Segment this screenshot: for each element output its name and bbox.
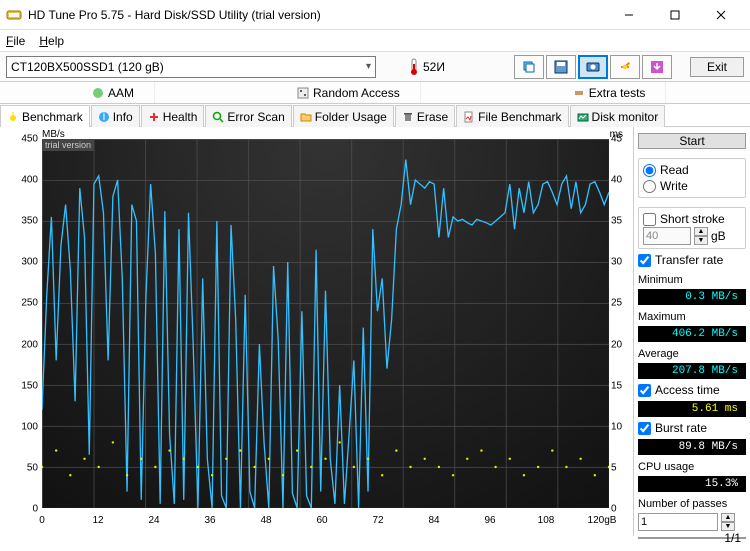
spin-down[interactable]: ▼: [694, 236, 708, 245]
cpu-label: CPU usage: [638, 461, 746, 473]
titlebar: HD Tune Pro 5.75 - Hard Disk/SSD Utility…: [0, 0, 750, 30]
tab-erase[interactable]: Erase: [395, 105, 455, 127]
shortstroke-input[interactable]: [643, 227, 691, 245]
avg-label: Average: [638, 348, 746, 360]
min-value: 0.3 MB/s: [638, 289, 746, 305]
toolbar: CT120BX500SSD1 (120 gB) ▾ 52И Exit: [0, 52, 750, 82]
checkbox-burst[interactable]: Burst rate: [638, 420, 746, 436]
exit-button[interactable]: Exit: [690, 57, 744, 77]
min-label: Minimum: [638, 274, 746, 286]
menubar: File Help: [0, 30, 750, 52]
gb-label: gB: [711, 229, 726, 243]
checkbox-transfer[interactable]: Transfer rate: [638, 252, 746, 268]
subtab-aam[interactable]: AAM: [80, 82, 155, 103]
chevron-down-icon: ▾: [366, 61, 371, 72]
download-button[interactable]: [642, 55, 672, 79]
subtabs: AAM Random Access Extra tests: [0, 82, 750, 104]
radio-write[interactable]: Write: [643, 178, 741, 194]
subtab-extra[interactable]: Extra tests: [561, 82, 667, 103]
minimize-button[interactable]: [606, 0, 652, 30]
tab-error[interactable]: Error Scan: [205, 105, 291, 127]
max-label: Maximum: [638, 311, 746, 323]
shortstroke-group: Short stroke ▲▼ gB: [638, 207, 746, 249]
device-select-value: CT120BX500SSD1 (120 gB): [11, 60, 164, 74]
svg-text:i: i: [102, 111, 105, 123]
tab-health[interactable]: Health: [141, 105, 205, 127]
tab-folder[interactable]: Folder Usage: [293, 105, 394, 127]
access-value: 5.61 ms: [638, 401, 746, 417]
radio-read[interactable]: Read: [643, 162, 741, 178]
tab-info[interactable]: iInfo: [91, 105, 140, 127]
menu-file[interactable]: File: [6, 34, 25, 48]
save-button[interactable]: [546, 55, 576, 79]
screenshot-button[interactable]: [578, 55, 608, 79]
thermometer-icon: [408, 58, 420, 76]
passes-down[interactable]: ▼: [721, 522, 735, 531]
burst-value: 89.8 MB/s: [638, 439, 746, 455]
checkbox-shortstroke[interactable]: Short stroke: [643, 211, 741, 227]
menu-help[interactable]: Help: [39, 34, 64, 48]
chart-canvas: trial version: [42, 139, 609, 508]
close-button[interactable]: [698, 0, 744, 30]
passes-input[interactable]: [638, 513, 718, 531]
start-button[interactable]: Start: [638, 133, 746, 149]
toolbar-group: [514, 55, 672, 79]
cpu-value: 15.3%: [638, 476, 746, 492]
device-select[interactable]: CT120BX500SSD1 (120 gB) ▾: [6, 56, 376, 78]
passes-label: Number of passes: [638, 498, 746, 510]
avg-value: 207.8 MB/s: [638, 363, 746, 379]
checkbox-access[interactable]: Access time: [638, 382, 746, 398]
chart-area: MB/s ms trial version 450400350300250200…: [0, 127, 634, 536]
maximize-button[interactable]: [652, 0, 698, 30]
temperature-value: 52И: [423, 60, 445, 74]
tab-benchmark[interactable]: Benchmark: [0, 105, 90, 127]
app-icon: [6, 7, 22, 23]
temperature-display: 52И: [408, 58, 445, 76]
copy-button[interactable]: [514, 55, 544, 79]
tab-filebm[interactable]: File Benchmark: [456, 105, 568, 127]
tab-disk[interactable]: Disk monitor: [570, 105, 666, 127]
progress-bar: 1/1: [638, 537, 746, 539]
window-title: HD Tune Pro 5.75 - Hard Disk/SSD Utility…: [28, 8, 606, 22]
watermark: trial version: [42, 139, 94, 151]
side-panel: Start Read Write Short stroke ▲▼ gB Tran…: [634, 127, 750, 536]
tabs: Benchmark iInfo Health Error Scan Folder…: [0, 104, 750, 126]
max-value: 406.2 MB/s: [638, 326, 746, 342]
spin-up[interactable]: ▲: [694, 227, 708, 236]
subtab-random[interactable]: Random Access: [285, 82, 421, 103]
mode-group: Read Write: [638, 158, 746, 198]
passes-up[interactable]: ▲: [721, 513, 735, 522]
settings-button[interactable]: [610, 55, 640, 79]
